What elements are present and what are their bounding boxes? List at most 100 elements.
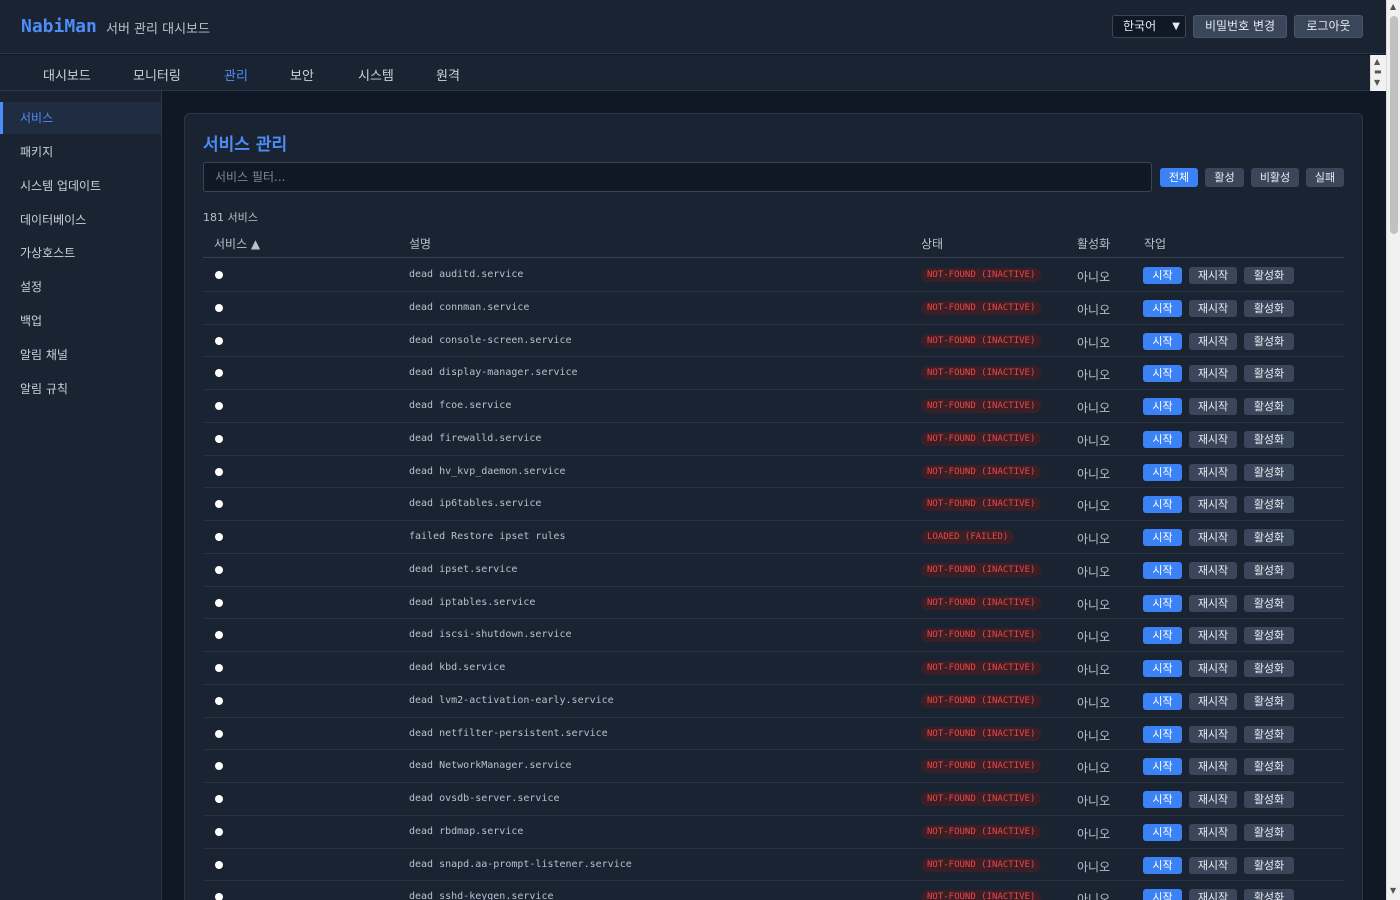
start-button[interactable]: 시작 xyxy=(1143,823,1182,841)
sidebar-item-alert-channels[interactable]: 알림 채널 xyxy=(0,339,161,371)
nav-tab-security[interactable]: 보안 xyxy=(290,65,314,84)
restart-button[interactable]: 재시작 xyxy=(1189,594,1237,612)
start-button[interactable]: 시작 xyxy=(1143,332,1182,350)
sidebar-item-services[interactable]: 서비스 xyxy=(0,102,161,134)
restart-button[interactable]: 재시작 xyxy=(1189,791,1237,808)
logout-button[interactable]: 로그아웃 xyxy=(1294,15,1363,38)
restart-button[interactable]: 재시작 xyxy=(1189,725,1237,743)
table-row: dead snapd.aa-prompt-listener.service NOT… xyxy=(203,849,1344,882)
start-button[interactable]: 시작 xyxy=(1143,365,1182,383)
filter-all-button[interactable]: 전체 xyxy=(1160,168,1198,187)
start-button[interactable]: 시작 xyxy=(1143,529,1182,546)
enable-button[interactable]: 활성화 xyxy=(1244,889,1294,900)
start-button[interactable]: 시작 xyxy=(1143,660,1182,677)
start-button[interactable]: 시작 xyxy=(1143,299,1182,317)
sidebar-item-packages[interactable]: 패키지 xyxy=(0,136,161,168)
nav-scrollbar[interactable]: ▲ ▬ ▼ xyxy=(1370,55,1386,91)
enable-button[interactable]: 활성화 xyxy=(1244,463,1294,481)
sidebar-item-database[interactable]: 데이터베이스 xyxy=(0,204,161,236)
enable-button[interactable]: 활성화 xyxy=(1244,332,1294,350)
sidebar-item-alert-rules[interactable]: 알림 규칙 xyxy=(0,373,161,405)
page-scrollbar[interactable]: ▲ ▼ xyxy=(1386,0,1400,900)
filter-active-button[interactable]: 활성 xyxy=(1205,168,1244,187)
restart-button[interactable]: 재시작 xyxy=(1189,561,1237,579)
restart-button[interactable]: 재시작 xyxy=(1189,889,1237,900)
restart-button[interactable]: 재시작 xyxy=(1189,627,1237,645)
restart-button[interactable]: 재시작 xyxy=(1189,496,1237,514)
filter-inactive-button[interactable]: 비활성 xyxy=(1251,168,1299,187)
scrollbar-thumb[interactable] xyxy=(1390,16,1398,234)
enable-button[interactable]: 활성화 xyxy=(1244,856,1294,874)
restart-button[interactable]: 재시작 xyxy=(1189,692,1237,710)
enable-button[interactable]: 활성화 xyxy=(1244,660,1294,677)
restart-button[interactable]: 재시작 xyxy=(1189,660,1237,677)
status-dot-icon xyxy=(215,631,223,640)
enable-button[interactable]: 활성화 xyxy=(1244,627,1294,645)
sidebar-item-system-update[interactable]: 시스템 업데이트 xyxy=(0,170,161,202)
restart-button[interactable]: 재시작 xyxy=(1189,267,1237,284)
service-description: dead console-screen.service xyxy=(409,334,572,346)
nav-tab-management[interactable]: 관리 xyxy=(224,65,248,84)
language-select[interactable]: 한국어 ▼ xyxy=(1112,15,1186,38)
start-button[interactable]: 시작 xyxy=(1143,725,1182,743)
start-button[interactable]: 시작 xyxy=(1143,758,1182,776)
start-button[interactable]: 시작 xyxy=(1143,430,1182,448)
restart-button[interactable]: 재시작 xyxy=(1189,758,1237,776)
column-header-enabled[interactable]: 활성화 xyxy=(1077,235,1110,252)
enable-button[interactable]: 활성화 xyxy=(1244,365,1294,383)
enable-button[interactable]: 활성화 xyxy=(1244,791,1294,808)
brand-logo[interactable]: NabiMan xyxy=(21,16,97,37)
enable-button[interactable]: 활성화 xyxy=(1244,692,1294,710)
enable-button[interactable]: 활성화 xyxy=(1244,725,1294,743)
start-button[interactable]: 시작 xyxy=(1143,627,1182,645)
column-header-description[interactable]: 설명 xyxy=(409,235,431,252)
service-filter-input[interactable] xyxy=(203,162,1152,192)
start-button[interactable]: 시작 xyxy=(1143,889,1182,900)
restart-button[interactable]: 재시작 xyxy=(1189,332,1237,350)
restart-button[interactable]: 재시작 xyxy=(1189,823,1237,841)
column-header-status[interactable]: 상태 xyxy=(921,235,943,252)
restart-button[interactable]: 재시작 xyxy=(1189,365,1237,383)
sidebar-item-backup[interactable]: 백업 xyxy=(0,305,161,337)
enable-button[interactable]: 활성화 xyxy=(1244,594,1294,612)
start-button[interactable]: 시작 xyxy=(1143,267,1182,284)
enable-button[interactable]: 활성화 xyxy=(1244,529,1294,546)
enable-button[interactable]: 활성화 xyxy=(1244,430,1294,448)
restart-button[interactable]: 재시작 xyxy=(1189,856,1237,874)
enable-button[interactable]: 활성화 xyxy=(1244,267,1294,284)
restart-button[interactable]: 재시작 xyxy=(1189,463,1237,481)
enable-button[interactable]: 활성화 xyxy=(1244,561,1294,579)
start-button[interactable]: 시작 xyxy=(1143,594,1182,612)
enable-button[interactable]: 활성화 xyxy=(1244,496,1294,514)
start-button[interactable]: 시작 xyxy=(1143,692,1182,710)
filter-failed-button[interactable]: 실패 xyxy=(1306,168,1344,187)
nav-tab-monitoring[interactable]: 모니터링 xyxy=(133,65,181,84)
restart-button[interactable]: 재시작 xyxy=(1189,299,1237,317)
start-button[interactable]: 시작 xyxy=(1143,463,1182,481)
sidebar-item-settings[interactable]: 설정 xyxy=(0,271,161,303)
nav-tab-system[interactable]: 시스템 xyxy=(358,65,394,84)
restart-button[interactable]: 재시작 xyxy=(1189,529,1237,546)
scroll-up-icon[interactable]: ▲ xyxy=(1374,57,1380,66)
status-dot-icon xyxy=(215,271,223,279)
scroll-down-icon[interactable]: ▼ xyxy=(1374,78,1380,87)
start-button[interactable]: 시작 xyxy=(1143,856,1182,874)
restart-button[interactable]: 재시작 xyxy=(1189,398,1237,415)
scroll-down-icon[interactable]: ▼ xyxy=(1390,886,1396,895)
start-button[interactable]: 시작 xyxy=(1143,496,1182,514)
change-password-button[interactable]: 비밀번호 변경 xyxy=(1193,15,1287,38)
start-button[interactable]: 시작 xyxy=(1143,398,1182,415)
scroll-thumb-icon[interactable]: ▬ xyxy=(1374,67,1382,76)
enable-button[interactable]: 활성화 xyxy=(1244,823,1294,841)
start-button[interactable]: 시작 xyxy=(1143,791,1182,808)
enable-button[interactable]: 활성화 xyxy=(1244,299,1294,317)
sidebar-item-virtual-hosts[interactable]: 가상호스트 xyxy=(0,237,161,269)
scroll-up-icon[interactable]: ▲ xyxy=(1390,2,1396,11)
nav-tab-dashboard[interactable]: 대시보드 xyxy=(43,65,91,84)
enable-button[interactable]: 활성화 xyxy=(1244,758,1294,776)
nav-tab-remote[interactable]: 원격 xyxy=(436,65,460,84)
restart-button[interactable]: 재시작 xyxy=(1189,430,1237,448)
column-header-service[interactable]: 서비스 ▲ xyxy=(214,235,260,252)
enable-button[interactable]: 활성화 xyxy=(1244,398,1294,415)
start-button[interactable]: 시작 xyxy=(1143,561,1182,579)
